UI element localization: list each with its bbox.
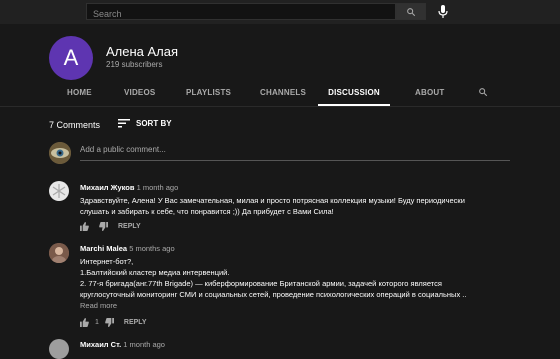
tab-videos[interactable]: VIDEOS (124, 82, 155, 104)
thumbs-up-icon[interactable] (80, 222, 89, 231)
read-more-link[interactable]: Read more (80, 301, 117, 310)
current-user-avatar (49, 142, 71, 164)
author-name[interactable]: Михаил Ст. (80, 340, 121, 349)
comment-text: Здравствуйте, Алена! У Вас замечательная… (80, 195, 500, 217)
microphone-icon (438, 5, 448, 18)
comment-author[interactable]: Marchi Malea 5 months ago (80, 244, 175, 253)
tab-about[interactable]: ABOUT (415, 82, 444, 104)
add-comment-input[interactable]: Add a public comment... (80, 145, 510, 161)
search-input[interactable] (87, 6, 407, 22)
commenter-avatar[interactable] (49, 339, 69, 359)
channel-name: Алена Алая (106, 44, 179, 59)
channel-tabs: HOME VIDEOS PLAYLISTS CHANNELS DISCUSSIO… (0, 82, 560, 106)
comment-line: Интернет-бот?, (80, 257, 134, 266)
voice-search-button[interactable] (436, 4, 450, 20)
search-box[interactable] (86, 3, 407, 22)
author-name[interactable]: Михаил Жуков (80, 183, 134, 192)
comment-actions: 1 REPLY (80, 318, 147, 327)
search-icon (407, 7, 416, 16)
comment-author[interactable]: Михаил Жуков 1 month ago (80, 183, 178, 192)
comment-time[interactable]: 5 months ago (129, 244, 174, 253)
reply-button[interactable]: REPLY (118, 223, 141, 230)
channel-search-icon[interactable] (478, 87, 488, 97)
comment-line: круглосуточный мониторинг СМИ и социальн… (80, 290, 467, 299)
like-count: 1 (95, 319, 99, 326)
commenter-avatar[interactable] (49, 243, 69, 263)
commenter-avatar[interactable] (49, 181, 69, 201)
thumbs-down-icon[interactable] (105, 318, 114, 327)
comment-count: 7 Comments (49, 120, 101, 130)
sort-by-button[interactable]: SORT BY (118, 119, 172, 128)
author-name[interactable]: Marchi Malea (80, 244, 127, 253)
tab-home[interactable]: HOME (67, 82, 92, 104)
tab-channels[interactable]: CHANNELS (260, 82, 306, 104)
comment-line: Здравствуйте, Алена! У Вас замечательная… (80, 196, 465, 205)
tab-discussion[interactable]: DISCUSSION (318, 82, 390, 106)
comment-line: 1.Балтийский кластер медиа интервенций. (80, 268, 230, 277)
eye-avatar-icon (49, 142, 71, 164)
channel-avatar[interactable]: A (49, 36, 93, 80)
comment-time[interactable]: 1 month ago (123, 340, 165, 349)
reply-button[interactable]: REPLY (124, 319, 147, 326)
comment-text: Интернет-бот?, 1.Балтийский кластер меди… (80, 256, 500, 300)
subscriber-count: 219 subscribers (106, 60, 163, 69)
sort-icon (118, 119, 130, 128)
thumbs-down-icon[interactable] (99, 222, 108, 231)
snowflake-icon (52, 184, 66, 198)
comment-author[interactable]: Михаил Ст. 1 month ago (80, 340, 165, 349)
search-button[interactable] (396, 3, 426, 20)
comment-time[interactable]: 1 month ago (137, 183, 179, 192)
comment-actions: REPLY (80, 222, 141, 231)
sort-by-label: SORT BY (136, 119, 172, 128)
portrait-avatar-icon (49, 243, 69, 263)
tab-playlists[interactable]: PLAYLISTS (186, 82, 231, 104)
thumbs-up-icon[interactable] (80, 318, 89, 327)
comment-line: слушать и забирать к себе, что понравитс… (80, 207, 334, 216)
comment-line: 2. 77-я бригада(анг.77th Brigade) — кибе… (80, 279, 442, 288)
